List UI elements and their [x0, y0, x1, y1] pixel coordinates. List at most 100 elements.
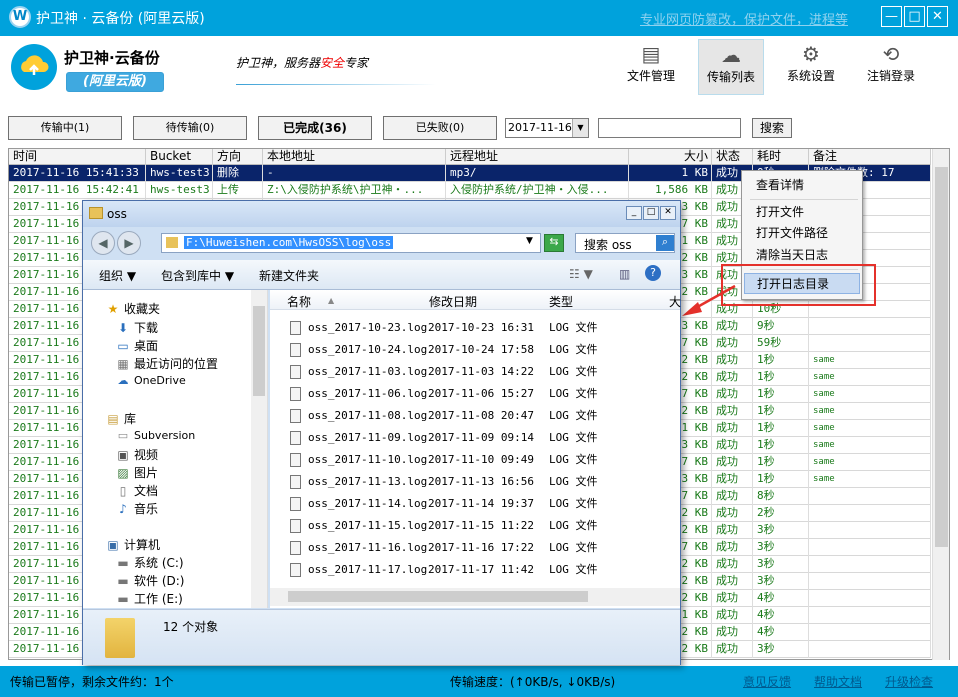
drive-icon: ▬ [117, 592, 129, 606]
nav-drive-d[interactable]: ▬ 软件 (D:) [115, 572, 184, 589]
scroll-thumb[interactable] [253, 306, 265, 396]
file-date: 2017-11-03 14:22 [428, 365, 534, 378]
nav-library[interactable]: ▤ 库 [105, 410, 136, 427]
minimize-button[interactable]: _ [626, 206, 642, 220]
col-header[interactable]: 时间 [9, 149, 146, 165]
file-row[interactable]: oss_2017-11-06.log 2017-11-06 15:27 LOG 文件 [270, 383, 680, 405]
search-button[interactable]: 搜索 [752, 118, 792, 138]
col-name[interactable]: 名称 [287, 293, 311, 310]
col-header[interactable]: Bucket [146, 149, 213, 165]
explorer-search-input[interactable]: 搜索 oss ⌕ [575, 233, 675, 253]
file-row[interactable]: oss_2017-11-17.log 2017-11-17 11:42 LOG 文件 [270, 559, 680, 581]
file-row[interactable]: oss_2017-10-23.log 2017-10-23 16:31 LOG 文件 [270, 317, 680, 339]
close-button[interactable]: ✕ [927, 6, 948, 27]
logout-label: 注销登录 [866, 69, 915, 83]
menu-clear-today-log[interactable]: 清除当天日志 [744, 245, 860, 266]
file-row[interactable]: oss_2017-11-03.log 2017-11-03 14:22 LOG 文件 [270, 361, 680, 383]
col-size[interactable]: 大 [669, 293, 681, 310]
menu-open-file[interactable]: 打开文件 [744, 202, 860, 223]
search-input[interactable] [598, 118, 741, 138]
chevron-down-icon[interactable]: ▼ [572, 119, 588, 137]
chevron-down-icon[interactable]: ▼ [526, 236, 533, 246]
cell-status: 成功 [712, 505, 753, 522]
file-row[interactable]: oss_2017-11-13.log 2017-11-13 16:56 LOG 文件 [270, 471, 680, 493]
col-header[interactable]: 耗时 [753, 149, 809, 165]
cell-time: 2017-11-16 15:41:33 [9, 165, 146, 182]
nav-scrollbar[interactable] [251, 290, 267, 608]
table-scrollbar[interactable] [932, 149, 949, 660]
maximize-button[interactable]: □ [904, 6, 925, 27]
maximize-button[interactable]: □ [643, 206, 659, 220]
nav-videos[interactable]: ▣ 视频 [115, 446, 158, 463]
close-button[interactable]: ✕ [660, 206, 676, 220]
nav-documents[interactable]: ▯ 文档 [115, 482, 158, 499]
cell-cost: 3秒 [753, 556, 809, 573]
col-date[interactable]: 修改日期 [429, 293, 477, 310]
nav-onedrive[interactable]: ☁ OneDrive [115, 374, 186, 387]
cell-note: same [809, 403, 931, 420]
file-row[interactable]: oss_2017-11-09.log 2017-11-09 09:14 LOG 文件 [270, 427, 680, 449]
highlight-box [721, 264, 876, 306]
scroll-thumb[interactable] [288, 591, 588, 602]
nav-downloads[interactable]: ⬇ 下载 [115, 319, 158, 336]
file-row[interactable]: oss_2017-11-08.log 2017-11-08 20:47 LOG 文件 [270, 405, 680, 427]
col-header[interactable]: 大小 [629, 149, 712, 165]
address-text[interactable]: F:\Huweishen.com\HwsOSS\log\oss [184, 236, 394, 249]
view-icon[interactable]: ☷ ▼ [569, 267, 593, 281]
minimize-button[interactable]: — [881, 6, 902, 27]
tab-done[interactable]: 已完成(36) [258, 116, 372, 140]
file-row[interactable]: oss_2017-11-14.log 2017-11-14 19:37 LOG 文件 [270, 493, 680, 515]
file-hscrollbar[interactable] [270, 588, 680, 606]
nav-music[interactable]: ♪ 音乐 [115, 500, 158, 517]
file-row[interactable]: oss_2017-10-24.log 2017-10-24 17:58 LOG 文件 [270, 339, 680, 361]
nav-favorites[interactable]: ★ 收藏夹 [105, 300, 160, 317]
menu-view-details[interactable]: 查看详情 [744, 175, 860, 196]
transfer-list-button[interactable]: ☁ 传输列表 [698, 39, 764, 95]
help-link[interactable]: 帮助文档 [814, 673, 862, 690]
nav-drive-c[interactable]: ▬ 系统 (C:) [115, 554, 183, 571]
nav-pictures[interactable]: ▨ 图片 [115, 464, 158, 481]
col-type[interactable]: 类型 [549, 293, 573, 310]
refresh-icon[interactable]: ⇆ [544, 234, 564, 252]
col-header[interactable]: 备注 [809, 149, 931, 165]
settings-button[interactable]: ⚙ 系统设置 [778, 39, 844, 95]
menu-open-file-path[interactable]: 打开文件路径 [744, 223, 860, 244]
col-header[interactable]: 远程地址 [446, 149, 629, 165]
file-list: 名称 ▲ 修改日期 类型 大 oss_2017-10-23.log 2017-10… [270, 290, 681, 608]
tab-failed[interactable]: 已失败(0) [383, 116, 497, 140]
nav-drive-e[interactable]: ▬ 工作 (E:) [115, 590, 182, 607]
help-icon[interactable]: ? [645, 265, 661, 281]
file-row[interactable]: oss_2017-11-16.log 2017-11-16 17:22 LOG 文件 [270, 537, 680, 559]
include-library-button[interactable]: 包含到库中 ▼ [161, 267, 234, 284]
feedback-link[interactable]: 意见反馈 [743, 673, 791, 690]
slogan-link[interactable]: 专业网页防篡改，保护文件，进程等 [640, 9, 848, 28]
cell-cost: 2秒 [753, 505, 809, 522]
col-header[interactable]: 状态 [712, 149, 753, 165]
logout-button[interactable]: ⟲ 注销登录 [858, 39, 924, 95]
tab-waiting[interactable]: 待传输(0) [133, 116, 247, 140]
nav-subversion[interactable]: ▭ Subversion [115, 429, 195, 442]
tab-transferring[interactable]: 传输中(1) [8, 116, 122, 140]
scroll-thumb[interactable] [935, 167, 948, 547]
nav-computer[interactable]: ▣ 计算机 [105, 536, 160, 553]
cell-note [809, 607, 931, 624]
preview-pane-icon[interactable]: ▥ [619, 267, 630, 281]
search-icon[interactable]: ⌕ [656, 235, 674, 251]
col-header[interactable]: 方向 [213, 149, 263, 165]
nav-desktop[interactable]: ▭ 桌面 [115, 337, 158, 354]
file-date: 2017-11-06 15:27 [428, 387, 534, 400]
file-manage-button[interactable]: ▤ 文件管理 [618, 39, 684, 95]
back-icon[interactable]: ◀ [91, 231, 115, 255]
forward-icon[interactable]: ▶ [117, 231, 141, 255]
address-bar[interactable]: F:\Huweishen.com\HwsOSS\log\oss ▼ [161, 233, 541, 253]
file-row[interactable]: oss_2017-11-15.log 2017-11-15 11:22 LOG 文件 [270, 515, 680, 537]
nav-recent[interactable]: ▦ 最近访问的位置 [115, 355, 218, 372]
file-name: oss_2017-11-03.log [308, 365, 428, 378]
new-folder-button[interactable]: 新建文件夹 [259, 267, 319, 284]
col-header[interactable]: 本地地址 [263, 149, 446, 165]
cell-status: 成功 [712, 539, 753, 556]
organize-button[interactable]: 组织 ▼ [99, 267, 136, 284]
file-row[interactable]: oss_2017-11-10.log 2017-11-10 09:49 LOG 文件 [270, 449, 680, 471]
upgrade-link[interactable]: 升级检查 [885, 673, 933, 690]
search-placeholder: 搜索 oss [584, 238, 632, 252]
